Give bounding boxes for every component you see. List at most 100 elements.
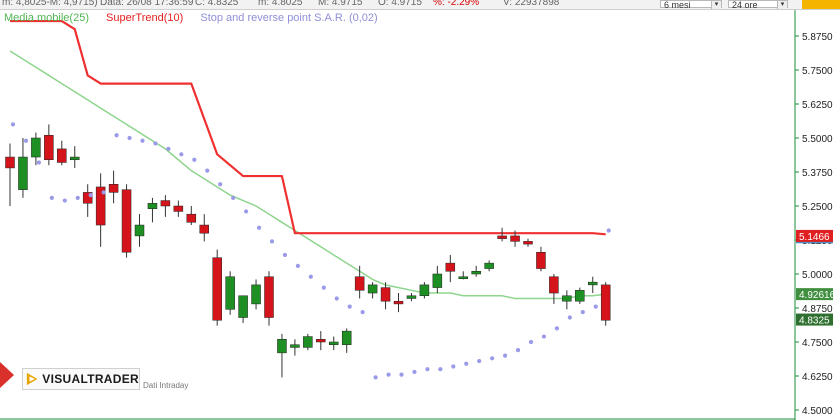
- candle-up: [251, 284, 261, 305]
- candle-down: [57, 148, 67, 163]
- y-tick-label: 4.6250: [802, 372, 833, 383]
- sar-dot: [36, 160, 42, 165]
- candle-up: [341, 330, 352, 345]
- sar-dot: [244, 209, 249, 214]
- corner-button[interactable]: [802, 0, 840, 9]
- price-tag-label: 4.8325: [799, 316, 830, 327]
- candle-up: [277, 339, 287, 354]
- sar-dot: [412, 369, 417, 375]
- sar-dot: [425, 367, 430, 372]
- sar-dot: [166, 146, 171, 151]
- sar-dot: [477, 358, 482, 364]
- ma-line: [9, 50, 606, 300]
- sar-dot: [438, 367, 443, 372]
- y-tick-label: 5.3750: [802, 168, 833, 179]
- sar-dot: [23, 138, 29, 143]
- candle-up: [471, 271, 481, 275]
- sar-dot: [218, 182, 223, 187]
- sar-dot: [295, 263, 300, 268]
- sar-dot: [490, 356, 495, 361]
- candle-up: [562, 295, 572, 302]
- y-tick-label: 5.0000: [802, 270, 833, 281]
- candle-up: [329, 341, 339, 345]
- sar-dot: [231, 195, 236, 200]
- sar-dot: [360, 309, 365, 315]
- chart-window: m: 4,8025-M: 4,9715) Data: 26/08 17:36:5…: [0, 0, 840, 420]
- candle-down: [199, 224, 209, 234]
- candle-up: [484, 262, 494, 269]
- timeframe-select-value: 24 ore: [732, 0, 758, 10]
- candle-up: [432, 273, 443, 288]
- legend-ma: Media mobile(25): [4, 12, 89, 24]
- candle-up: [575, 290, 585, 302]
- candle-down: [393, 300, 404, 305]
- y-tick-label: 5.2500: [802, 202, 833, 213]
- candle-down: [173, 205, 184, 212]
- candle-down: [44, 135, 54, 161]
- sar-dot: [503, 353, 508, 358]
- logo-mark-icon: [26, 372, 38, 386]
- sar-dot: [554, 326, 560, 331]
- header-min: m: 4.8025: [258, 0, 303, 8]
- candle-down: [510, 235, 520, 242]
- sar-dot: [606, 228, 611, 233]
- candle-up: [588, 281, 598, 286]
- sar-dot: [282, 252, 288, 258]
- sar-dot: [334, 296, 339, 301]
- sar-dot: [347, 304, 352, 309]
- sar-dot: [541, 334, 547, 339]
- sar-dot: [321, 285, 326, 290]
- period-select[interactable]: 6 mesi ▾: [660, 0, 722, 10]
- sar-dot: [567, 315, 572, 320]
- y-tick-label: 4.5000: [802, 406, 833, 417]
- header-bar: m: 4,8025-M: 4,9715) Data: 26/08 17:36:5…: [0, 0, 840, 10]
- sar-dot: [515, 348, 521, 353]
- sar-dot: [153, 141, 158, 146]
- candle-up: [31, 137, 41, 158]
- candle-up: [225, 276, 235, 310]
- candle-up: [290, 344, 300, 348]
- candle-up: [134, 224, 145, 237]
- sar-dot: [256, 225, 262, 230]
- sar-dot: [386, 372, 391, 377]
- header-volume: V: 22937898: [503, 0, 560, 8]
- legend-sar: Stop and reverse point S.A.R. (0,02): [200, 12, 378, 24]
- price-tag-label: 4.92616: [799, 290, 836, 301]
- candle-down: [108, 183, 119, 193]
- y-tick-label: 5.8750: [802, 32, 833, 43]
- sar-dot: [88, 193, 93, 198]
- y-tick-label: 4.7500: [802, 338, 833, 349]
- header-change: %: -2.29%: [433, 0, 480, 8]
- candle-down: [186, 213, 197, 223]
- sar-dot: [192, 157, 197, 162]
- side-marker: [0, 358, 22, 392]
- sar-dot: [10, 122, 16, 127]
- candle-up: [18, 156, 28, 190]
- candle-down: [497, 235, 507, 239]
- candle-up: [70, 156, 80, 161]
- sar-dot: [127, 135, 132, 141]
- price-tag-label: 5.1466: [799, 232, 830, 243]
- header-open: O: 4.9715: [378, 0, 422, 8]
- y-tick-label: 5.6250: [802, 100, 833, 111]
- sar-dot: [205, 168, 210, 173]
- sar-dot: [399, 372, 404, 377]
- candle-up: [419, 284, 430, 297]
- period-select-value: 6 mesi: [664, 0, 691, 10]
- sar-dot: [179, 152, 184, 157]
- candle-down: [380, 287, 391, 302]
- candle-down: [549, 276, 559, 294]
- price-chart: 5.87505.75005.62505.50005.37505.25005.12…: [0, 10, 840, 420]
- candle-down: [121, 189, 132, 253]
- sar-dot: [49, 195, 54, 200]
- candle-down: [160, 200, 171, 207]
- candle-up: [238, 295, 248, 318]
- visualtrader-logo: VISUALTRADER: [22, 368, 140, 390]
- candle-up: [406, 295, 417, 299]
- candle-down: [212, 257, 222, 321]
- indicator-legend: Media mobile(25) SuperTrend(10) Stop and…: [4, 12, 392, 24]
- intraday-note: Dati Intraday: [143, 381, 189, 390]
- sar-dot: [373, 375, 378, 380]
- sar-dot: [269, 239, 275, 244]
- timeframe-select[interactable]: 24 ore ▾: [728, 0, 788, 10]
